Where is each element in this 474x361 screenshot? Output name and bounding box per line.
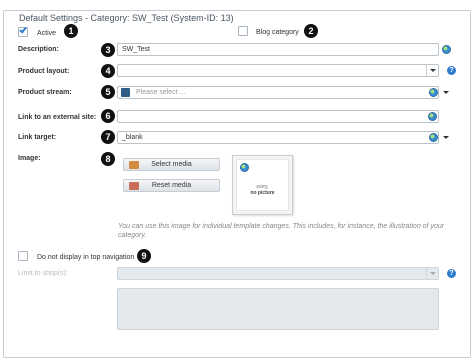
marker-9: 9: [137, 249, 151, 263]
image-icon: [129, 161, 139, 169]
globe-icon[interactable]: [442, 45, 451, 54]
marker-4: 4: [101, 64, 115, 78]
hide-top-nav-checkbox[interactable]: [18, 251, 28, 261]
external-link-label: Link to an external site:: [18, 114, 97, 121]
limit-shops-dropdown[interactable]: [426, 267, 438, 280]
check-icon: [19, 25, 27, 34]
link-target-dropdown[interactable]: [440, 131, 452, 144]
reset-icon: [129, 182, 139, 190]
product-stream-dropdown[interactable]: [440, 86, 452, 99]
help-icon[interactable]: ?: [447, 66, 456, 75]
external-link-input[interactable]: [117, 110, 439, 123]
marker-6: 6: [101, 109, 115, 123]
product-layout-label: Product layout:: [18, 68, 70, 75]
blog-category-checkbox[interactable]: [238, 26, 248, 36]
description-input[interactable]: SW_Test: [117, 43, 439, 56]
product-layout-dropdown[interactable]: [426, 64, 438, 77]
globe-icon[interactable]: [240, 163, 249, 172]
reset-media-button[interactable]: Reset media: [123, 179, 220, 192]
help-icon[interactable]: ?: [447, 269, 456, 278]
globe-icon[interactable]: [429, 133, 438, 142]
blog-category-label: Blog category: [256, 29, 299, 36]
chevron-down-icon: [429, 272, 436, 275]
shops-list-area[interactable]: [117, 288, 439, 330]
hide-top-nav-label: Do not display in top navigation: [37, 254, 135, 261]
chevron-down-icon: [443, 91, 449, 94]
active-label: Active: [37, 30, 57, 37]
select-media-button[interactable]: Select media: [123, 158, 220, 171]
reset-media-label: Reset media: [151, 182, 192, 189]
product-stream-select[interactable]: Please select ...: [117, 86, 439, 99]
description-label: Description:: [18, 46, 59, 53]
image-label: Image:: [18, 155, 41, 162]
preview-line-2: no picture: [250, 190, 275, 196]
marker-3: 3: [101, 43, 115, 57]
fieldset-legend: Default Settings - Category: SW_Test (Sy…: [16, 13, 237, 23]
globe-icon[interactable]: [429, 88, 438, 97]
chevron-down-icon: [429, 69, 436, 72]
link-target-value: _blank: [122, 134, 143, 141]
product-layout-select[interactable]: [117, 64, 439, 77]
description-value: SW_Test: [122, 46, 151, 53]
image-help-note: You can use this image for individual te…: [118, 223, 445, 239]
marker-8: 8: [101, 152, 115, 166]
image-preview: sorry, no picture: [232, 155, 293, 215]
marker-7: 7: [101, 130, 115, 144]
active-checkbox[interactable]: [18, 25, 28, 37]
marker-5: 5: [101, 85, 115, 99]
product-stream-placeholder: Please select ...: [136, 89, 186, 96]
no-picture-placeholder: sorry, no picture: [237, 184, 288, 196]
select-media-label: Select media: [151, 161, 192, 168]
limit-shops-select[interactable]: [117, 267, 439, 280]
marker-2: 2: [304, 24, 318, 38]
limit-shops-label: Limit to shop(s):: [18, 270, 68, 277]
link-target-select[interactable]: _blank: [117, 131, 439, 144]
link-target-label: Link target:: [18, 134, 57, 141]
marker-1: 1: [64, 24, 78, 38]
preview-frame: sorry, no picture: [236, 159, 289, 211]
product-stream-label: Product stream:: [18, 89, 72, 96]
chevron-down-icon: [443, 136, 449, 139]
globe-icon[interactable]: [428, 112, 437, 121]
stream-icon: [121, 88, 130, 97]
